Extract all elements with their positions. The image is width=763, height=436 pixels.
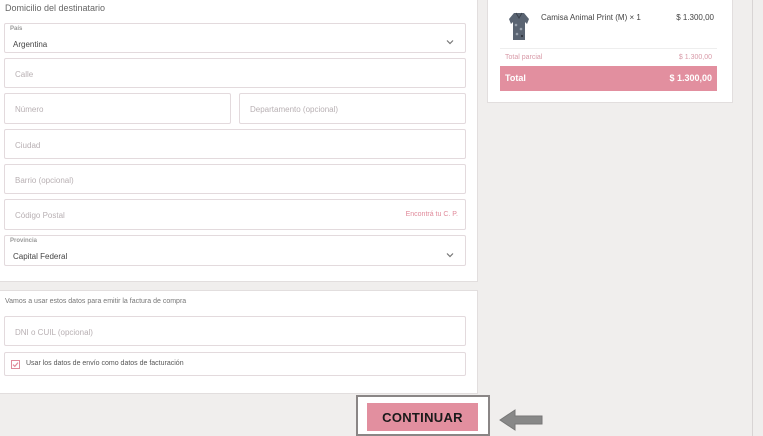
apartment-input[interactable]: Departamento (opcional) bbox=[239, 93, 466, 124]
neighborhood-input[interactable]: Barrio (opcional) bbox=[4, 164, 466, 194]
postal-code-input[interactable]: Código Postal Encontrá tu C. P. bbox=[4, 199, 466, 230]
chevron-down-icon bbox=[446, 253, 454, 258]
subtotal-label: Total parcial bbox=[505, 54, 543, 61]
subtotal-amount: $ 1.300,00 bbox=[678, 54, 712, 61]
billing-panel: Vamos a usar estos datos para emitir la … bbox=[0, 290, 478, 394]
order-summary: Camisa Animal Print (M) × 1 $ 1.300,00 T… bbox=[487, 0, 733, 103]
total-row: Total $ 1.300,00 bbox=[500, 66, 717, 91]
billing-note: Vamos a usar estos datos para emitir la … bbox=[5, 298, 187, 305]
same-as-shipping-label: Usar los datos de envío como datos de fa… bbox=[26, 360, 184, 367]
product-thumbnail bbox=[509, 12, 529, 40]
province-label: Provincia bbox=[10, 238, 38, 244]
continue-highlight-frame: CONTINUAR bbox=[356, 395, 490, 436]
neighborhood-placeholder: Barrio (opcional) bbox=[15, 176, 74, 185]
province-select[interactable]: Provincia Capital Federal bbox=[4, 235, 466, 266]
street-placeholder: Calle bbox=[15, 70, 34, 79]
same-as-shipping-checkbox[interactable] bbox=[11, 360, 20, 369]
total-amount: $ 1.300,00 bbox=[669, 73, 712, 83]
continue-button[interactable]: CONTINUAR bbox=[367, 403, 478, 431]
province-value: Capital Federal bbox=[13, 252, 68, 261]
same-as-shipping-option[interactable]: Usar los datos de envío como datos de fa… bbox=[4, 352, 466, 376]
item-name: Camisa Animal Print (M) × 1 bbox=[541, 13, 641, 22]
street-input[interactable]: Calle bbox=[4, 58, 466, 88]
left-arrow-icon bbox=[499, 409, 543, 431]
city-placeholder: Ciudad bbox=[15, 141, 41, 150]
chevron-down-icon bbox=[446, 40, 454, 45]
right-divider bbox=[752, 0, 753, 436]
item-price: $ 1.300,00 bbox=[676, 13, 714, 22]
total-label: Total bbox=[505, 73, 526, 83]
country-value: Argentina bbox=[13, 40, 48, 49]
number-placeholder: Número bbox=[15, 105, 44, 114]
find-postal-code-link[interactable]: Encontrá tu C. P. bbox=[406, 211, 458, 218]
subtotal-row: Total parcial $ 1.300,00 bbox=[500, 48, 717, 67]
city-input[interactable]: Ciudad bbox=[4, 129, 466, 159]
apartment-placeholder: Departamento (opcional) bbox=[250, 105, 339, 114]
checkmark-icon bbox=[12, 362, 19, 368]
shipping-section-title: Domicilio del destinatario bbox=[5, 3, 106, 13]
country-label: País bbox=[10, 26, 23, 32]
number-input[interactable]: Número bbox=[4, 93, 231, 124]
shipping-form-panel: Domicilio del destinatario País Argentin… bbox=[0, 0, 478, 282]
dni-placeholder: DNI o CUIL (opcional) bbox=[15, 328, 93, 337]
country-select[interactable]: País Argentina bbox=[4, 23, 466, 53]
postal-code-placeholder: Código Postal bbox=[15, 211, 65, 220]
dni-input[interactable]: DNI o CUIL (opcional) bbox=[4, 316, 466, 346]
